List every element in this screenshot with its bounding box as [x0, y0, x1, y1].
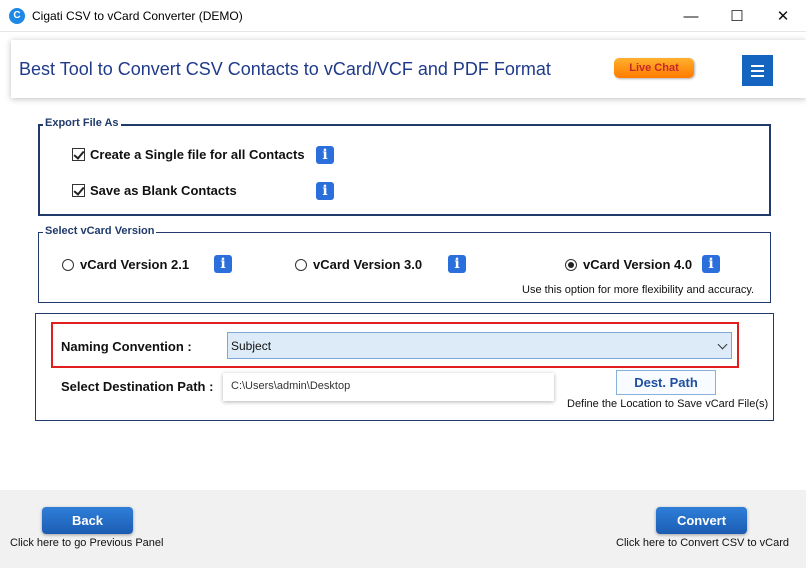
naming-convention-select[interactable]: Subject: [227, 332, 732, 359]
vcard-version-legend: Select vCard Version: [43, 225, 157, 237]
vcard-30-option[interactable]: vCard Version 3.0: [295, 257, 422, 272]
vcard-21-option[interactable]: vCard Version 2.1: [62, 257, 189, 272]
chevron-down-icon: [717, 339, 728, 350]
vcard-40-label: vCard Version 4.0: [583, 257, 693, 272]
destination-hint: Define the Location to Save vCard File(s…: [567, 398, 769, 410]
info-icon[interactable]: i: [214, 255, 232, 273]
back-caption: Click here to go Previous Panel: [10, 537, 164, 549]
vcard-21-label: vCard Version 2.1: [80, 257, 190, 272]
live-chat-button[interactable]: Live Chat: [614, 58, 694, 78]
destination-path-input[interactable]: C:\Users\admin\Desktop: [223, 373, 554, 401]
page-title: Best Tool to Convert CSV Contacts to vCa…: [19, 59, 551, 79]
vcard-40-radio[interactable]: [565, 258, 577, 271]
export-file-group: Export File As: [38, 117, 771, 216]
dest-path-button[interactable]: Dest. Path: [616, 370, 716, 395]
menu-button[interactable]: [742, 55, 773, 86]
vcard-30-label: vCard Version 3.0: [313, 257, 423, 272]
vcard-30-radio[interactable]: [295, 258, 307, 271]
destination-path-label: Select Destination Path :: [61, 379, 214, 394]
info-icon[interactable]: i: [316, 182, 334, 200]
blank-contacts-label: Save as Blank Contacts: [90, 183, 237, 198]
naming-convention-label: Naming Convention :: [61, 339, 192, 354]
vcard-40-option[interactable]: vCard Version 4.0: [565, 257, 692, 272]
single-file-option[interactable]: Create a Single file for all Contacts: [72, 147, 305, 162]
blank-contacts-checkbox[interactable]: [72, 184, 85, 197]
title-bar: C Cigati CSV to vCard Converter (DEMO) —…: [0, 0, 806, 32]
maximize-button[interactable]: ☐: [714, 0, 760, 32]
vcard-21-radio[interactable]: [62, 258, 74, 271]
single-file-checkbox[interactable]: [72, 148, 85, 161]
naming-convention-value: Subject: [231, 339, 272, 353]
hamburger-icon: [751, 64, 764, 67]
convert-caption: Click here to Convert CSV to vCard: [616, 537, 790, 549]
info-icon[interactable]: i: [316, 146, 334, 164]
blank-contacts-option[interactable]: Save as Blank Contacts: [72, 183, 237, 198]
close-button[interactable]: ✕: [760, 0, 806, 32]
single-file-label: Create a Single file for all Contacts: [90, 147, 305, 162]
vcard-version-hint: Use this option for more flexibility and…: [522, 284, 755, 296]
info-icon[interactable]: i: [448, 255, 466, 273]
info-icon[interactable]: i: [702, 255, 720, 273]
window-title: Cigati CSV to vCard Converter (DEMO): [32, 9, 243, 23]
export-file-legend: Export File As: [43, 117, 121, 129]
minimize-button[interactable]: —: [668, 0, 714, 32]
convert-button[interactable]: Convert: [656, 507, 747, 534]
app-logo-icon: C: [9, 8, 25, 24]
back-button[interactable]: Back: [42, 507, 133, 534]
app-header: Best Tool to Convert CSV Contacts to vCa…: [11, 40, 806, 98]
